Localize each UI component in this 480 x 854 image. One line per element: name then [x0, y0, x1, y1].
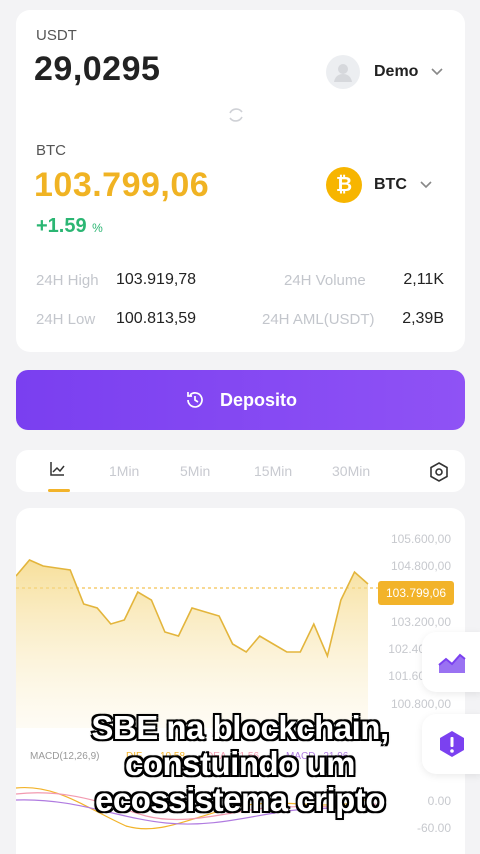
low-label: 24H Low: [36, 311, 96, 328]
user-icon: [334, 64, 352, 82]
account-mode-selector[interactable]: Demo: [326, 55, 444, 89]
y-tick: 105.600,00: [390, 532, 451, 546]
tab-15min[interactable]: 15Min: [254, 463, 292, 479]
bitcoin-icon: ₿: [326, 167, 362, 203]
price-area: [16, 560, 368, 728]
price-change-unit: %: [92, 221, 103, 235]
avatar: [326, 55, 360, 89]
deposit-button[interactable]: Deposito: [16, 370, 465, 430]
history-icon: [187, 392, 203, 408]
asset-symbol-label: BTC: [36, 142, 66, 159]
tab-5min[interactable]: 5Min: [180, 463, 210, 479]
price-change: +1.59 %: [36, 215, 103, 238]
current-price-tag: 103.799,06: [378, 581, 454, 605]
tab-line-chart[interactable]: [48, 460, 70, 492]
account-mode-label: Demo: [374, 63, 419, 80]
account-summary-card: USDT 29,0295 Demo BTC 103.799,06 +1.59 %…: [16, 10, 465, 352]
account-currency-label: USDT: [36, 27, 77, 44]
settings-hexagon-icon[interactable]: [428, 461, 450, 483]
price-change-value: +1.59: [36, 215, 87, 237]
caption-line: constuindo um: [124, 745, 356, 783]
chevron-down-icon: [420, 181, 432, 189]
low-value: 100.813,59: [116, 310, 197, 327]
y-tick: 104.800,00: [390, 559, 451, 573]
tab-30min[interactable]: 30Min: [332, 463, 370, 479]
y-tick: 103.200,00: [390, 615, 451, 629]
y-tick: 102.40: [388, 642, 425, 656]
deposit-label: Deposito: [219, 389, 297, 410]
account-balance: 29,0295: [34, 50, 161, 88]
caption-line: SBE na blockchain,: [91, 709, 390, 747]
caption-line: ecossistema cripto: [94, 781, 386, 819]
asset-selector-label: BTC: [374, 176, 407, 193]
active-tab-indicator: [48, 489, 70, 492]
asset-price: 103.799,06: [34, 166, 210, 204]
asset-selector[interactable]: ₿ BTC: [326, 167, 433, 203]
high-value: 103.919,78: [116, 271, 197, 288]
high-label: 24H High: [36, 272, 99, 289]
chevron-down-icon: [431, 68, 444, 76]
aml-value: 2,39B: [402, 310, 444, 327]
y-tick: 100.800,00: [390, 697, 451, 711]
y-tick: 101.60: [388, 669, 425, 683]
volume-value: 2,11K: [403, 271, 444, 288]
tab-1min[interactable]: 1Min: [109, 463, 139, 479]
refresh-icon[interactable]: [226, 105, 246, 125]
trend-up-icon: [438, 653, 466, 673]
aml-label: 24H AML(USDT): [262, 311, 375, 328]
video-caption: SBE na blockchain, constuindo um ecossis…: [0, 709, 480, 819]
line-chart-icon: [50, 462, 65, 476]
macd-tick: -60.00: [416, 821, 451, 835]
timeframe-tabs: 1Min 5Min 15Min 30Min: [16, 450, 465, 492]
volume-label: 24H Volume: [284, 272, 366, 289]
trend-button[interactable]: [422, 632, 480, 692]
